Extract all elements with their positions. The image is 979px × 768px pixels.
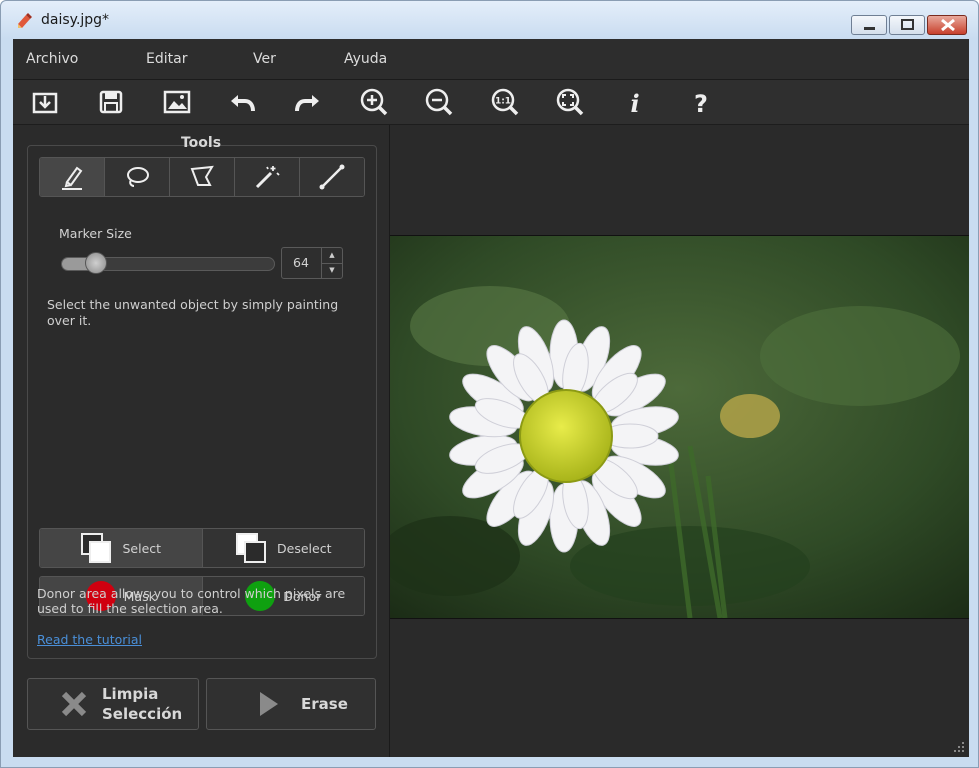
redo-icon (295, 95, 319, 112)
erase-label: Erase (301, 695, 348, 713)
zoom-actual-icon: 1:1 (491, 88, 519, 116)
line-icon (319, 164, 345, 190)
help-label: ? (694, 90, 708, 117)
resize-grip-icon[interactable] (953, 741, 965, 753)
save-button[interactable] (93, 84, 129, 120)
polygon-lasso-icon (190, 165, 214, 186)
help-button[interactable]: ? (683, 84, 719, 120)
toolbar: 1:1 i ? (13, 80, 969, 125)
help-icon: ? (694, 90, 708, 117)
tool-polygon-lasso[interactable] (170, 158, 235, 196)
minimize-button[interactable] (851, 15, 887, 35)
title-bar[interactable]: daisy.jpg* (1, 1, 978, 39)
marker-size-spinbox[interactable]: 64 ▲ ▼ (281, 247, 343, 279)
marker-size-spinner: ▲ ▼ (321, 248, 342, 278)
select-label: Select (122, 540, 162, 556)
tool-marker[interactable] (40, 158, 105, 196)
selection-mode: Select Deselect (39, 528, 365, 568)
deselect-icon (236, 533, 267, 563)
marker-size-slider-thumb[interactable] (84, 252, 107, 274)
daisy-image (390, 236, 969, 618)
clear-selection-line2: Selección (102, 705, 183, 723)
menu-bar: Archivo Editar Ver Ayuda (13, 39, 969, 80)
menu-ver[interactable]: Ver (253, 51, 276, 67)
erase-button[interactable]: Erase (206, 678, 376, 730)
image-button[interactable] (159, 84, 195, 120)
image-canvas[interactable] (390, 125, 969, 757)
marker-size-value: 64 (293, 255, 309, 270)
info-button[interactable]: i (617, 84, 653, 120)
zoom-fit-button[interactable] (552, 84, 588, 120)
app-window: daisy.jpg* Archivo Editar Ver Ayuda 1:1 … (0, 0, 979, 768)
tool-help-text: Select the unwanted object by simply pai… (47, 297, 339, 328)
close-button[interactable] (927, 15, 967, 35)
menu-editar[interactable]: Editar (146, 51, 187, 67)
window-title: daisy.jpg* (41, 12, 110, 28)
magic-wand-icon (255, 166, 280, 189)
deselect-label: Deselect (277, 540, 332, 556)
tool-lasso[interactable] (105, 158, 170, 196)
menu-archivo[interactable]: Archivo (26, 51, 78, 67)
save-icon (99, 90, 123, 114)
daisy-photo[interactable] (390, 235, 969, 619)
select-button[interactable]: Select (40, 529, 203, 567)
lasso-icon (127, 167, 149, 187)
spin-up-icon[interactable]: ▲ (322, 248, 342, 264)
play-icon (260, 692, 278, 716)
app-icon (18, 13, 32, 28)
marker-icon (62, 166, 83, 190)
menu-ayuda[interactable]: Ayuda (344, 51, 387, 67)
tool-magic-wand[interactable] (235, 158, 300, 196)
open-icon (32, 92, 58, 114)
tools-title: Tools (180, 135, 222, 151)
zoom-out-icon (425, 88, 453, 116)
clear-icon (61, 691, 87, 717)
zoom-fit-icon (556, 88, 584, 116)
info-label: i (630, 89, 639, 117)
undo-button[interactable] (224, 84, 260, 120)
maximize-button[interactable] (889, 15, 925, 35)
minimize-icon (852, 16, 886, 34)
maximize-icon (890, 16, 924, 34)
donor-help-text: Donor area allows you to control which p… (37, 586, 346, 616)
open-button[interactable] (27, 84, 63, 120)
clear-selection-button[interactable]: Limpia Selección (27, 678, 199, 730)
zoom-actual-label: 1:1 (495, 97, 511, 107)
select-icon (81, 533, 112, 563)
app-client: Archivo Editar Ver Ayuda 1:1 i ? Tools M… (13, 39, 969, 757)
redo-button[interactable] (290, 84, 326, 120)
tool-selector (39, 157, 365, 197)
spin-down-icon[interactable]: ▼ (322, 263, 342, 278)
tool-panel: Tools Marker Size 64 ▲ ▼ Select the unwa… (13, 125, 390, 757)
clear-selection-line1: Limpia (102, 685, 159, 703)
tutorial-link[interactable]: Read the tutorial (37, 632, 142, 647)
zoom-in-button[interactable] (356, 84, 392, 120)
zoom-actual-button[interactable]: 1:1 (487, 84, 523, 120)
deselect-button[interactable]: Deselect (202, 529, 364, 567)
marker-size-label: Marker Size (59, 226, 132, 241)
close-icon (928, 16, 966, 34)
zoom-in-icon (360, 88, 388, 116)
undo-icon (231, 95, 255, 112)
info-icon: i (630, 89, 639, 117)
image-icon (163, 90, 191, 114)
zoom-out-button[interactable] (421, 84, 457, 120)
tool-line[interactable] (300, 158, 364, 196)
